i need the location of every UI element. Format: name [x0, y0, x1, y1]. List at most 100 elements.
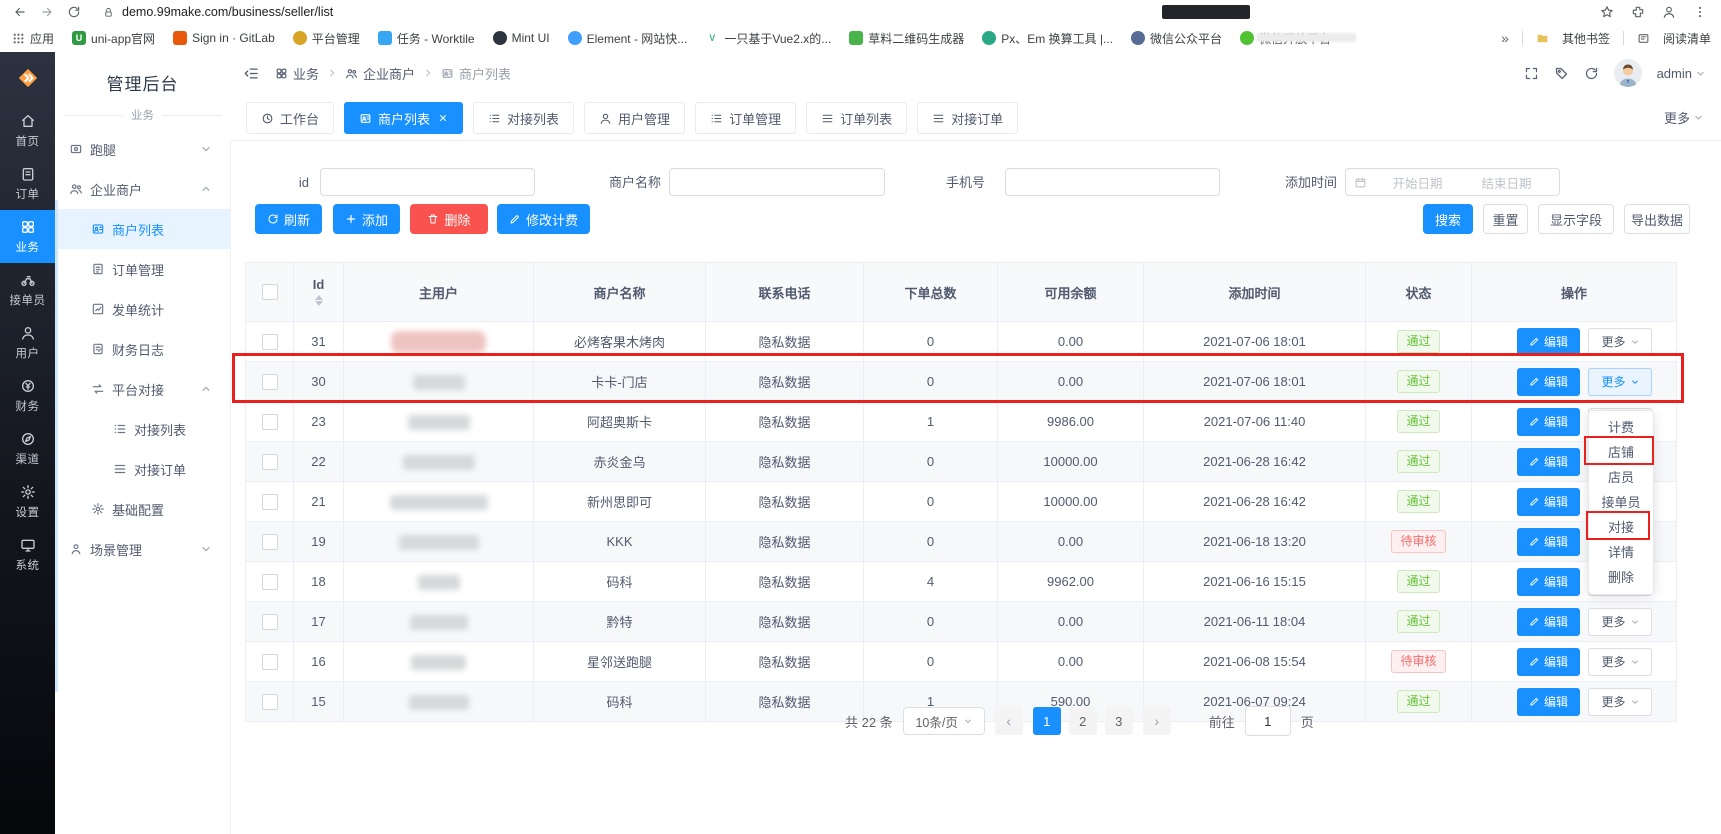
rail-item-系统[interactable]: 系统	[0, 528, 55, 581]
edit-button[interactable]: 编辑	[1517, 528, 1580, 556]
refresh-icon[interactable]	[1584, 66, 1599, 81]
edit-button[interactable]: 编辑	[1517, 368, 1580, 396]
user-menu[interactable]: admin	[1657, 66, 1705, 81]
profile-icon[interactable]	[1662, 5, 1676, 19]
page-button-3[interactable]: 3	[1105, 707, 1133, 735]
dropdown-item-计费[interactable]: 计费	[1589, 415, 1653, 440]
page-size-select[interactable]: 10条/页	[903, 707, 985, 735]
theme-icon[interactable]	[1554, 66, 1569, 81]
collapse-sidebar-icon[interactable]	[244, 66, 259, 81]
tab-工作台[interactable]: 工作台	[246, 102, 334, 134]
dropdown-item-详情[interactable]: 详情	[1589, 540, 1653, 565]
sort-icon[interactable]	[315, 295, 323, 306]
dropdown-item-店员[interactable]: 店员	[1589, 465, 1653, 490]
app-logo[interactable]	[0, 52, 55, 104]
row-checkbox[interactable]	[262, 454, 278, 470]
dropdown-item-店铺[interactable]: 店铺	[1589, 440, 1653, 465]
menu-item-平台对接[interactable]: 平台对接	[55, 369, 230, 409]
add-button[interactable]: 添加	[333, 204, 400, 234]
rail-item-首页[interactable]: 首页	[0, 104, 55, 157]
extensions-icon[interactable]	[1631, 5, 1645, 19]
date-range-input[interactable]: 开始日期 结束日期	[1345, 168, 1560, 196]
tab-对接订单[interactable]: 对接订单	[917, 102, 1018, 134]
rail-item-接单员[interactable]: 接单员	[0, 263, 55, 316]
bookmark-item[interactable]: 任务 - Worktile	[378, 30, 475, 47]
more-button[interactable]: 更多	[1588, 368, 1652, 396]
bookmark-item[interactable]: Sign in · GitLab	[173, 31, 275, 45]
more-button[interactable]: 更多	[1588, 608, 1652, 636]
prev-page-button[interactable]: ‹	[995, 707, 1023, 735]
page-button-2[interactable]: 2	[1069, 707, 1097, 735]
page-button-1[interactable]: 1	[1033, 707, 1061, 735]
search-button[interactable]: 搜索	[1423, 204, 1473, 234]
tab-用户管理[interactable]: 用户管理	[584, 102, 685, 134]
reading-list[interactable]: 阅读清单	[1663, 30, 1711, 47]
refresh-button[interactable]: 刷新	[255, 204, 322, 234]
id-filter-input[interactable]	[320, 168, 535, 196]
tab-对接列表[interactable]: 对接列表	[473, 102, 574, 134]
fullscreen-icon[interactable]	[1524, 66, 1539, 81]
row-checkbox[interactable]	[262, 574, 278, 590]
rail-item-订单[interactable]: 订单	[0, 157, 55, 210]
rail-item-业务[interactable]: 业务	[0, 210, 55, 263]
other-bookmarks[interactable]: 其他书签	[1562, 30, 1610, 47]
bookmark-item[interactable]: V一只基于Vue2.x的...	[705, 30, 831, 47]
more-button[interactable]: 更多	[1588, 648, 1652, 676]
back-icon[interactable]	[13, 5, 27, 19]
menu-item-对接列表[interactable]: 对接列表	[55, 409, 230, 449]
row-checkbox[interactable]	[262, 494, 278, 510]
menu-item-企业商户[interactable]: 企业商户	[55, 169, 230, 209]
avatar[interactable]	[1614, 59, 1642, 87]
url-text[interactable]: demo.99make.com/business/seller/list	[122, 5, 333, 19]
tab-商户列表[interactable]: 商户列表	[344, 102, 463, 134]
row-checkbox[interactable]	[262, 534, 278, 550]
more-button[interactable]: 更多	[1588, 688, 1652, 716]
merchant-name-filter-input[interactable]	[669, 168, 885, 196]
menu-item-对接订单[interactable]: 对接订单	[55, 449, 230, 489]
row-checkbox[interactable]	[262, 654, 278, 670]
rail-item-渠道[interactable]: 渠道	[0, 422, 55, 475]
bookmark-item[interactable]: 平台管理	[293, 30, 360, 47]
bookmarks-overflow-chevron[interactable]: »	[1501, 30, 1509, 46]
row-checkbox[interactable]	[262, 334, 278, 350]
edit-button[interactable]: 编辑	[1517, 328, 1580, 356]
dropdown-item-删除[interactable]: 删除	[1589, 565, 1653, 590]
row-checkbox[interactable]	[262, 374, 278, 390]
edit-button[interactable]: 编辑	[1517, 408, 1580, 436]
rail-item-财务[interactable]: 财务	[0, 369, 55, 422]
menu-item-场景管理[interactable]: 场景管理	[55, 529, 230, 569]
apps-button[interactable]: 应用	[12, 30, 54, 47]
edit-button[interactable]: 编辑	[1517, 608, 1580, 636]
next-page-button[interactable]: ›	[1143, 707, 1171, 735]
forward-icon[interactable]	[40, 5, 54, 19]
goto-page-input[interactable]	[1245, 706, 1291, 736]
show-fields-button[interactable]: 显示字段	[1538, 204, 1614, 234]
select-all-checkbox[interactable]	[262, 284, 278, 300]
edit-button[interactable]: 编辑	[1517, 488, 1580, 516]
menu-item-发单统计[interactable]: 发单统计	[55, 289, 230, 329]
breadcrumb-item-business[interactable]: 业务	[275, 64, 319, 83]
edit-button[interactable]: 编辑	[1517, 448, 1580, 476]
scrollbar-thumb[interactable]	[55, 200, 58, 692]
bookmark-item[interactable]: Mint UI	[493, 31, 550, 45]
more-button[interactable]: 更多	[1588, 328, 1652, 356]
row-checkbox[interactable]	[262, 414, 278, 430]
menu-item-基础配置[interactable]: 基础配置	[55, 489, 230, 529]
edit-button[interactable]: 编辑	[1517, 648, 1580, 676]
bookmark-item[interactable]: 微信公众平台	[1131, 30, 1222, 47]
tab-订单管理[interactable]: 订单管理	[695, 102, 796, 134]
export-button[interactable]: 导出数据	[1624, 204, 1690, 234]
rail-item-用户[interactable]: 用户	[0, 316, 55, 369]
menu-dots-icon[interactable]	[1693, 5, 1707, 19]
star-icon[interactable]	[1600, 5, 1614, 19]
bookmark-item[interactable]: Element - 网站快...	[568, 30, 688, 47]
tab-订单列表[interactable]: 订单列表	[806, 102, 907, 134]
tabs-more-button[interactable]: 更多	[1664, 108, 1703, 127]
breadcrumb-item-merchants[interactable]: 企业商户	[345, 64, 415, 83]
reload-icon[interactable]	[67, 5, 81, 19]
dropdown-item-对接[interactable]: 对接	[1589, 515, 1653, 540]
edit-button[interactable]: 编辑	[1517, 688, 1580, 716]
bookmark-item[interactable]: Px、Em 换算工具 |...	[982, 30, 1113, 47]
bookmark-item[interactable]: 草料二维码生成器	[849, 30, 964, 47]
edit-button[interactable]: 编辑	[1517, 568, 1580, 596]
